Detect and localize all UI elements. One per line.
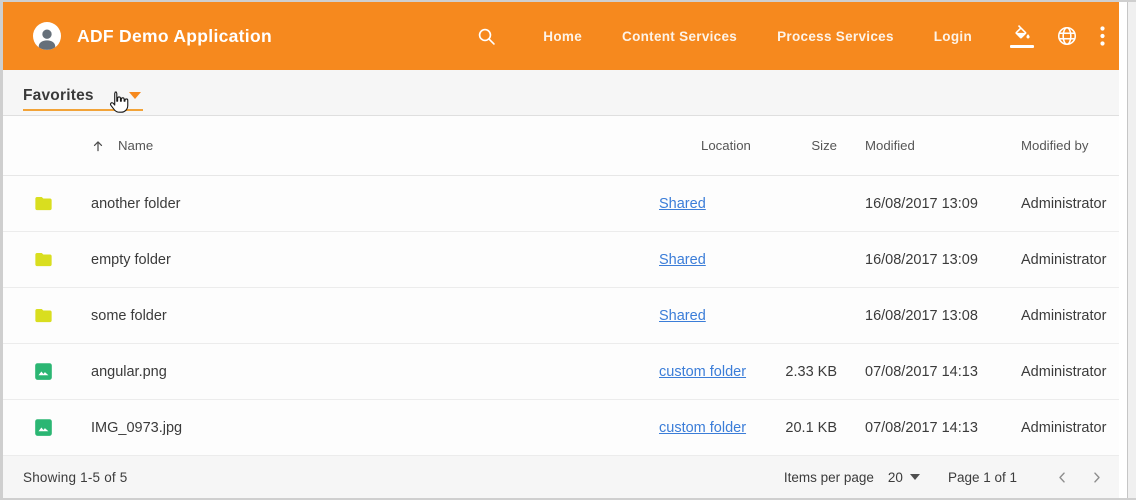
table-row[interactable]: angular.png custom folder 2.33 KB 07/08/… — [3, 344, 1127, 400]
nav-item-home[interactable]: Home — [543, 29, 582, 44]
chevron-right-icon[interactable] — [1083, 464, 1109, 490]
folder-icon — [33, 193, 54, 214]
location-link[interactable]: Shared — [659, 196, 706, 212]
chevron-down-icon — [910, 474, 920, 480]
location-link[interactable]: Shared — [659, 308, 706, 324]
theme-picker-icon[interactable] — [1010, 25, 1034, 48]
modified-by: Administrator — [1007, 196, 1127, 212]
nav-item-content-services[interactable]: Content Services — [622, 29, 737, 44]
modified-by: Administrator — [1007, 308, 1127, 324]
column-header-modified-by[interactable]: Modified by — [1007, 138, 1127, 153]
table-row[interactable]: IMG_0973.jpg custom folder 20.1 KB 07/08… — [3, 400, 1127, 456]
image-icon — [33, 417, 54, 438]
column-header-location[interactable]: Location — [659, 138, 779, 153]
file-name: another folder — [91, 196, 659, 212]
modified-date: 07/08/2017 14:13 — [837, 364, 1007, 380]
location-link[interactable]: custom folder — [659, 364, 746, 380]
location-link[interactable]: custom folder — [659, 420, 746, 436]
table-row[interactable]: empty folder Shared 16/08/2017 13:09 Adm… — [3, 232, 1127, 288]
chevron-down-icon — [129, 92, 141, 99]
app-header: ADF Demo Application Home Content Servic… — [3, 2, 1127, 70]
showing-range-label: Showing 1-5 of 5 — [23, 470, 128, 485]
modified-by: Administrator — [1007, 252, 1127, 268]
modified-by: Administrator — [1007, 420, 1127, 436]
favorites-dropdown[interactable]: Favorites — [23, 79, 143, 112]
search-icon[interactable] — [476, 26, 497, 47]
page-status-label: Page 1 of 1 — [948, 470, 1017, 485]
file-size: 2.33 KB — [779, 364, 837, 380]
column-header-name[interactable]: Name — [91, 138, 659, 153]
view-selector-bar: Favorites — [3, 70, 1127, 116]
file-size: 20.1 KB — [779, 420, 837, 436]
file-name: empty folder — [91, 252, 659, 268]
favorites-tab-underline — [23, 109, 143, 111]
column-header-size[interactable]: Size — [779, 138, 837, 153]
modified-date: 16/08/2017 13:09 — [837, 252, 1007, 268]
file-name: some folder — [91, 308, 659, 324]
modified-date: 16/08/2017 13:09 — [837, 196, 1007, 212]
modified-date: 07/08/2017 14:13 — [837, 420, 1007, 436]
folder-icon — [33, 249, 54, 270]
sort-ascending-icon — [91, 139, 105, 153]
table-row[interactable]: another folder Shared 16/08/2017 13:09 A… — [3, 176, 1127, 232]
location-link[interactable]: Shared — [659, 252, 706, 268]
app-title: ADF Demo Application — [77, 26, 272, 47]
more-vert-icon[interactable] — [1100, 26, 1105, 46]
documents-table: Name Location Size Modified Modified by … — [3, 116, 1127, 456]
user-avatar-icon[interactable] — [33, 22, 61, 50]
app-window: ADF Demo Application Home Content Servic… — [0, 0, 1136, 500]
items-per-page-label: Items per page — [784, 470, 874, 485]
items-per-page-value: 20 — [888, 470, 903, 485]
image-icon — [33, 361, 54, 382]
table-row[interactable]: some folder Shared 16/08/2017 13:08 Admi… — [3, 288, 1127, 344]
nav-item-login[interactable]: Login — [934, 29, 972, 44]
pagination-bar: Showing 1-5 of 5 Items per page 20 Page … — [3, 456, 1127, 498]
favorites-dropdown-label: Favorites — [23, 87, 94, 105]
table-header-row: Name Location Size Modified Modified by — [3, 116, 1127, 176]
nav-item-process-services[interactable]: Process Services — [777, 29, 894, 44]
scroll-gutter — [1119, 2, 1127, 498]
pager-controls — [1041, 464, 1109, 490]
items-per-page-select[interactable]: 20 — [888, 470, 920, 485]
header-nav: Home Content Services Process Services L… — [476, 25, 1105, 48]
chevron-left-icon[interactable] — [1049, 464, 1075, 490]
language-globe-icon[interactable] — [1056, 25, 1078, 47]
modified-date: 16/08/2017 13:08 — [837, 308, 1007, 324]
column-header-modified[interactable]: Modified — [837, 138, 1007, 153]
folder-icon — [33, 305, 54, 326]
file-name: IMG_0973.jpg — [91, 420, 659, 436]
modified-by: Administrator — [1007, 364, 1127, 380]
file-name: angular.png — [91, 364, 659, 380]
table-body: another folder Shared 16/08/2017 13:09 A… — [3, 176, 1127, 456]
